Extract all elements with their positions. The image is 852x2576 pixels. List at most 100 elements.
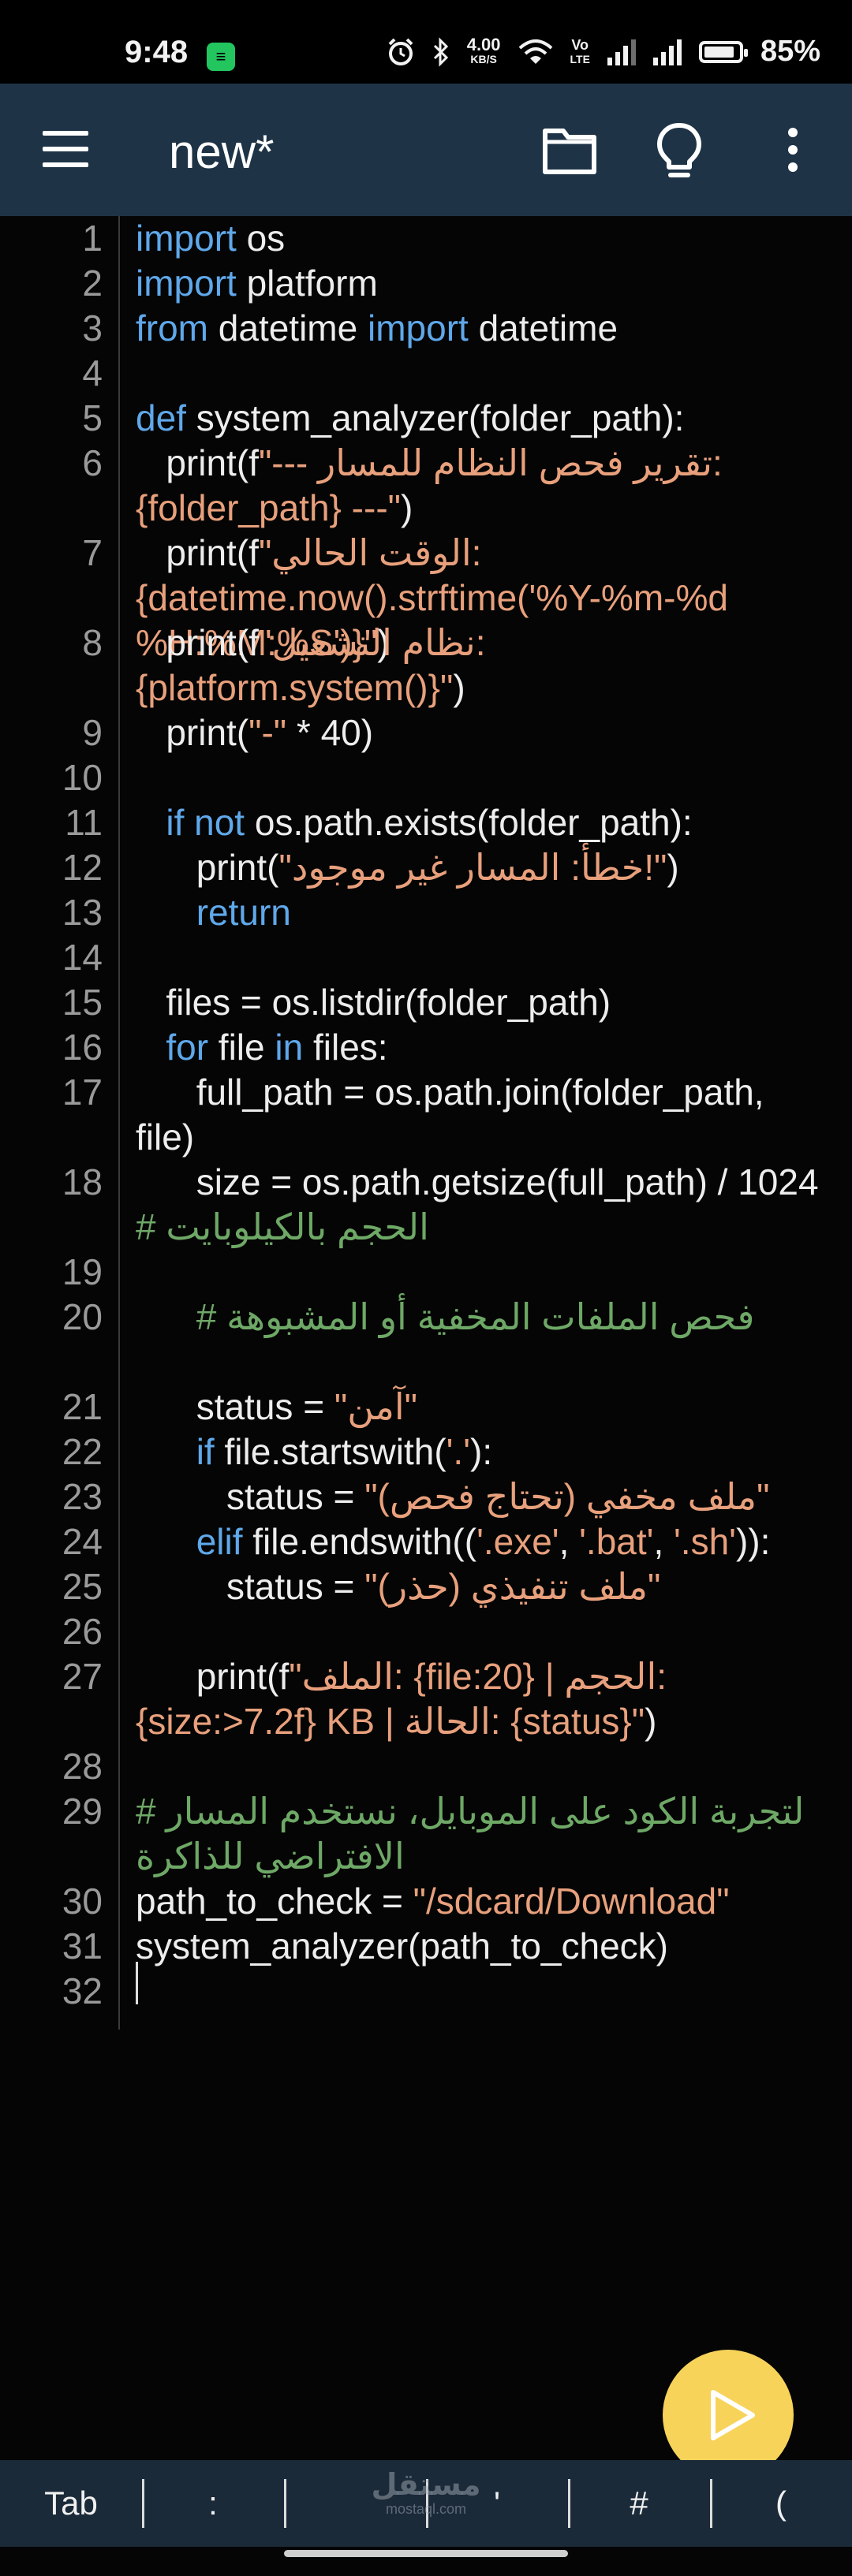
string-token: '.': [446, 1431, 470, 1472]
string-token: "-": [248, 712, 287, 753]
keyword-token: if: [196, 1431, 215, 1472]
line-code: if file.startswith('.'):: [136, 1430, 820, 1474]
line-number: 12: [62, 847, 103, 888]
line-number: 25: [62, 1566, 103, 1607]
code-token: path_to_check =: [136, 1881, 413, 1922]
string-token: '.sh': [674, 1521, 736, 1562]
line-number: 28: [62, 1746, 103, 1787]
code-editor[interactable]: 1 import os 2 import platform 3 from datetime…: [0, 216, 852, 2460]
line-number: 8: [82, 622, 103, 663]
play-icon: [711, 2390, 755, 2440]
code-token: datetime: [208, 308, 368, 349]
comment-token: # لتجربة الكود على الموبايل، نستخدم المس…: [136, 1791, 815, 1877]
line-code: for file in files:: [136, 1025, 820, 1070]
folder-icon[interactable]: [541, 125, 598, 177]
line-number: 10: [62, 757, 103, 798]
string-token: "ملف مخفي (تحتاج فحص)": [364, 1476, 770, 1517]
code-token: print(: [136, 847, 279, 888]
volte-top: Vo: [571, 36, 589, 53]
line-number: 32: [62, 1970, 103, 2011]
code-token: file: [208, 1027, 275, 1068]
code-token: ): [453, 667, 465, 708]
line-number: 30: [62, 1881, 103, 1922]
code-token: size = os.path.getsize(full_path) / 1024: [136, 1161, 839, 1202]
line-number: 26: [62, 1611, 103, 1652]
watermark: مستقل mostaql.com: [363, 2470, 489, 2517]
line-number: 5: [82, 397, 103, 438]
menu-icon[interactable]: [43, 131, 88, 167]
code-token: status =: [136, 1386, 334, 1427]
code-token: datetime: [468, 308, 618, 349]
net-speed-unit: KB/S: [470, 52, 497, 65]
keyword-token: import: [368, 308, 469, 349]
line-number: 1: [82, 218, 103, 259]
line-code: import os: [136, 216, 820, 261]
line-code: if not os.path.exists(folder_path):: [136, 800, 820, 845]
status-bar: 9:48 ≡ 4.00 KB/S Vo LTE 85%: [0, 0, 852, 84]
signal-icon-sim1: [607, 39, 636, 65]
line-code: system_analyzer(path_to_check): [136, 1924, 820, 1969]
line-number: 3: [82, 308, 103, 349]
string-token: "آمن": [334, 1386, 417, 1427]
line-code: size = os.path.getsize(full_path) / 1024…: [136, 1160, 820, 1250]
line-code: # فحص الملفات المخفية أو المشبوهة: [136, 1295, 820, 1340]
code-token: status =: [136, 1476, 365, 1517]
status-time: 9:48: [125, 35, 189, 69]
keyword-token: for: [166, 1027, 209, 1068]
home-indicator[interactable]: [284, 2550, 568, 2557]
status-icons: 4.00 KB/S Vo LTE 85%: [387, 35, 820, 69]
line-number: 21: [62, 1386, 103, 1427]
comment-token: # الحجم بالكيلوبايت: [136, 1206, 429, 1247]
code-token: print(f: [136, 1656, 290, 1697]
keyword-token: import: [136, 263, 237, 304]
line-number: 19: [62, 1251, 103, 1292]
line-code: files = os.listdir(folder_path): [136, 980, 820, 1025]
key-tab[interactable]: Tab: [0, 2460, 142, 2547]
line-code: full_path = os.path.join(folder_path, fi…: [136, 1070, 820, 1160]
more-vert-icon[interactable]: [783, 128, 803, 178]
code-token: file.startswith(: [214, 1431, 447, 1472]
net-speed-indicator: 4.00 KB/S: [467, 35, 501, 66]
line-number: 9: [82, 712, 103, 753]
line-code: return: [136, 890, 820, 935]
line-number: 11: [65, 802, 103, 843]
line-number: 2: [82, 263, 103, 304]
gutter-divider: [118, 216, 120, 2030]
bluetooth-icon: [433, 36, 448, 67]
line-number: 20: [62, 1296, 103, 1337]
file-title: new*: [169, 125, 275, 178]
text-cursor: [136, 1962, 138, 2004]
line-code: def system_analyzer(folder_path):: [136, 396, 820, 441]
code-token: files:: [303, 1027, 388, 1068]
code-token: )):: [735, 1521, 771, 1562]
line-number: 6: [82, 442, 103, 483]
line-number: 15: [62, 982, 103, 1023]
string-token: "/sdcard/Download": [413, 1881, 730, 1922]
code-token: ): [645, 1701, 657, 1742]
code-token: print(f: [136, 442, 259, 483]
keyword-token: from: [136, 308, 208, 349]
line-code: status = "ملف مخفي (تحتاج فحص)": [136, 1474, 820, 1519]
code-token: system_analyzer(path_to_check): [136, 1925, 668, 1966]
line-number: 24: [62, 1521, 103, 1562]
battery-fill: [704, 46, 734, 58]
key-colon[interactable]: :: [142, 2460, 284, 2547]
code-token: print(f: [136, 622, 259, 663]
key-hash[interactable]: #: [568, 2460, 710, 2547]
line-code: path_to_check = "/sdcard/Download": [136, 1879, 820, 1924]
battery-percent: 85%: [760, 35, 820, 68]
lightbulb-icon[interactable]: [655, 121, 704, 180]
line-code: print("-" * 40): [136, 710, 820, 755]
line-code: elif file.endswith(('.exe', '.bat', '.sh…: [136, 1519, 820, 1564]
code-token: ):: [470, 1431, 493, 1472]
keyword-token: elif: [196, 1521, 243, 1562]
key-paren[interactable]: (: [710, 2460, 852, 2547]
keyword-token: return: [196, 892, 291, 933]
comment-token: # فحص الملفات المخفية أو المشبوهة: [196, 1296, 755, 1337]
